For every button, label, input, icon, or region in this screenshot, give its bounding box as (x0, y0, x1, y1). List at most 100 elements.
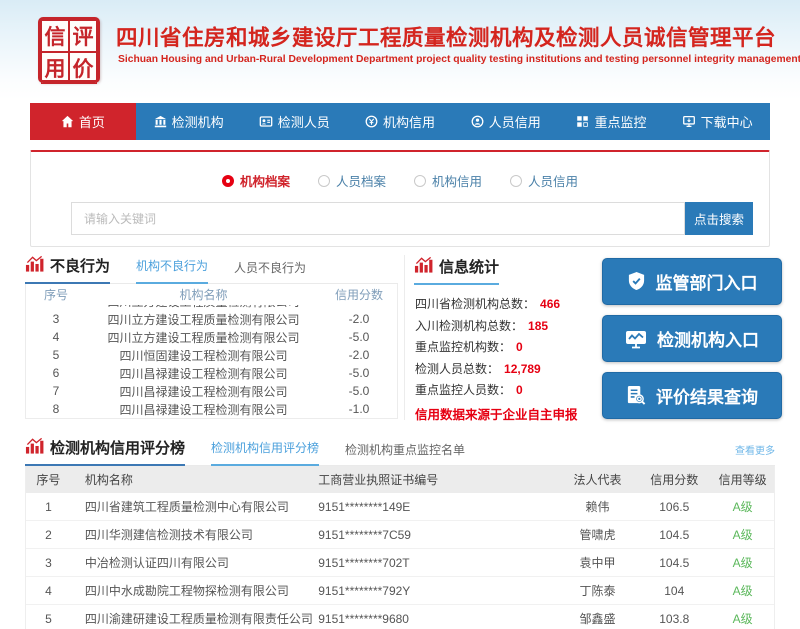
bad-behavior-title: 不良行为 (25, 255, 110, 284)
column-header: 序号 (26, 471, 71, 488)
bad-behavior-tab[interactable]: 机构不良行为 (136, 257, 208, 284)
search-type-radio[interactable]: 人员信用 (510, 171, 578, 190)
search-button[interactable]: 点击搜索 (685, 202, 753, 235)
home-icon (61, 115, 74, 128)
row-org-name: 四川省建筑工程质量检测中心有限公司 (71, 498, 318, 515)
portal-buttons: 监管部门入口 检测机构入口 评价结果查询 (602, 258, 782, 429)
table-row[interactable]: 1 四川省建筑工程质量检测中心有限公司 9151********149E 赖伟 … (26, 493, 774, 521)
nav-item-label: 下载中心 (701, 112, 753, 131)
row-credit-grade: A级 (711, 582, 774, 599)
radio-dot-icon (414, 175, 426, 187)
nav-item-label: 首页 (79, 112, 105, 131)
search-type-radio[interactable]: 机构信用 (414, 171, 482, 190)
table-row[interactable]: 7 四川昌禄建设工程检测有限公司 -5.0 (26, 382, 397, 400)
ranking-tab[interactable]: 检测机构信用评分榜 (211, 439, 319, 466)
row-org-name: 四川立方建设工程质量检测有限公司 (86, 305, 321, 310)
monitor-chart-icon (625, 329, 647, 349)
row-org-name: 四川立方建设工程质量检测有限公司 (86, 311, 321, 328)
nav-item[interactable]: 检测人员 (241, 103, 347, 140)
table-row[interactable]: 5 四川恒固建设工程检测有限公司 -2.0 (26, 346, 397, 364)
row-license-number: 9151********792Y (318, 584, 557, 598)
portal-button[interactable]: 检测机构入口 (602, 315, 782, 362)
row-org-name: 四川恒固建设工程检测有限公司 (86, 347, 321, 364)
main-nav: 首页 检测机构 检测人员 机构信用 人员信用 (30, 103, 770, 140)
nav-item[interactable]: 重点监控 (559, 103, 665, 140)
table-row[interactable]: 4 四川中水成勘院工程物探检测有限公司 9151********792Y 丁陈泰… (26, 577, 774, 605)
row-seq: 3 (26, 312, 86, 326)
nav-item[interactable]: 机构信用 (347, 103, 453, 140)
page-title: 四川省住房和城乡建设厅工程质量检测机构及检测人员诚信管理平台 (116, 21, 776, 52)
bad-behavior-tab[interactable]: 人员不良行为 (234, 259, 306, 284)
row-credit-score: 104.5 (637, 556, 711, 570)
table-row[interactable]: 6 四川昌禄建设工程检测有限公司 -5.0 (26, 364, 397, 382)
row-seq: 3 (26, 556, 71, 570)
bad-behavior-table-header: 序号 机构名称 信用分数 (26, 284, 397, 305)
stamp-char: 用 (41, 52, 69, 84)
row-seq: 5 (26, 612, 71, 626)
page: 信 评 用 价 四川省住房和城乡建设厅工程质量检测机构及检测人员诚信管理平台 S… (0, 0, 800, 629)
bad-behavior-scroll-viewport[interactable]: 2 四川立方建设工程质量检测有限公司 -2.0 3 四川立方建设工程质量检测有限… (26, 305, 397, 418)
table-row[interactable]: 8 四川昌禄建设工程检测有限公司 -1.0 (26, 400, 397, 418)
table-row[interactable]: 2 四川华测建信检测技术有限公司 9151********7C59 管啸虎 10… (26, 521, 774, 549)
nav-item-label: 检测机构 (172, 112, 224, 131)
ranking-tab[interactable]: 检测机构重点监控名单 (345, 441, 465, 466)
column-header: 信用等级 (711, 471, 774, 488)
info-stats-title: 信息统计 (414, 256, 499, 285)
row-seq: 7 (26, 384, 86, 398)
bad-behavior-head: 不良行为 机构不良行为 人员不良行为 (25, 255, 398, 284)
row-seq: 2 (26, 305, 86, 308)
row-seq: 8 (26, 402, 86, 416)
radio-label: 人员档案 (336, 171, 386, 190)
stat-label: 入川检测机构总数： (415, 319, 523, 333)
chart-bars-icon (25, 255, 44, 276)
view-more-link[interactable]: 查看更多 (735, 442, 775, 465)
column-header: 信用分数 (637, 471, 711, 488)
row-legal-person: 赖伟 (558, 498, 638, 515)
stat-value: 12,789 (504, 362, 541, 376)
row-seq: 6 (26, 366, 86, 380)
row-credit-score: 104 (637, 584, 711, 598)
chart-bars-icon (414, 256, 433, 277)
nav-item[interactable]: 人员信用 (453, 103, 559, 140)
bad-behavior-panel: 不良行为 机构不良行为 人员不良行为 序号 机构名称 信用分数 2 四川立方建设 (25, 255, 398, 419)
row-legal-person: 袁中甲 (558, 554, 638, 571)
row-legal-person: 邹鑫盛 (558, 610, 638, 627)
table-row[interactable]: 3 中冶检测认证四川有限公司 9151********702T 袁中甲 104.… (26, 549, 774, 577)
portal-button[interactable]: 监管部门入口 (602, 258, 782, 305)
row-credit-score: -2.0 (321, 305, 397, 308)
search-type-radio[interactable]: 机构档案 (222, 171, 290, 190)
stats-note: 信用数据来源于企业自主申报 (415, 404, 598, 423)
nav-item[interactable]: 检测机构 (136, 103, 242, 140)
stat-label: 检测人员总数： (415, 362, 499, 376)
org-credit-icon (365, 115, 378, 128)
portal-button[interactable]: 评价结果查询 (602, 372, 782, 419)
column-header: 机构名称 (71, 471, 318, 488)
stamp-char: 评 (69, 20, 97, 52)
search-type-radio[interactable]: 人员档案 (318, 171, 386, 190)
stat-item: 重点监控机构数：0 (415, 337, 598, 359)
row-org-name: 四川华测建信检测技术有限公司 (71, 526, 318, 543)
row-legal-person: 管啸虎 (558, 526, 638, 543)
download-center-icon (682, 115, 696, 128)
row-org-name: 四川渝建研建设工程质量检测有限责任公司 (71, 610, 318, 627)
column-header: 工商营业执照证书编号 (318, 471, 557, 488)
nav-item-label: 人员信用 (489, 112, 541, 131)
stat-label: 四川省检测机构总数： (415, 297, 535, 311)
column-header: 法人代表 (558, 471, 638, 488)
info-stats-list: 四川省检测机构总数：466 入川检测机构总数：185 重点监控机构数：0 检测人… (415, 294, 598, 402)
nav-item[interactable]: 下载中心 (664, 103, 770, 140)
nav-item[interactable]: 首页 (30, 103, 136, 140)
monitor-grid-icon (576, 115, 589, 128)
table-row[interactable]: 5 四川渝建研建设工程质量检测有限责任公司 9151********9680 邹… (26, 605, 774, 629)
nav-item-label: 重点监控 (594, 112, 646, 131)
banner: 信 评 用 价 四川省住房和城乡建设厅工程质量检测机构及检测人员诚信管理平台 S… (0, 0, 800, 100)
radio-dot-icon (510, 175, 522, 187)
table-row[interactable]: 3 四川立方建设工程质量检测有限公司 -2.0 (26, 310, 397, 328)
table-row[interactable]: 4 四川立方建设工程质量检测有限公司 -5.0 (26, 328, 397, 346)
row-credit-score: -5.0 (321, 384, 397, 398)
person-card-icon (259, 115, 273, 128)
row-org-name: 四川昌禄建设工程检测有限公司 (86, 383, 321, 400)
search-row: 点击搜索 (71, 202, 753, 235)
search-input[interactable] (71, 202, 685, 235)
doc-search-icon (626, 385, 646, 406)
